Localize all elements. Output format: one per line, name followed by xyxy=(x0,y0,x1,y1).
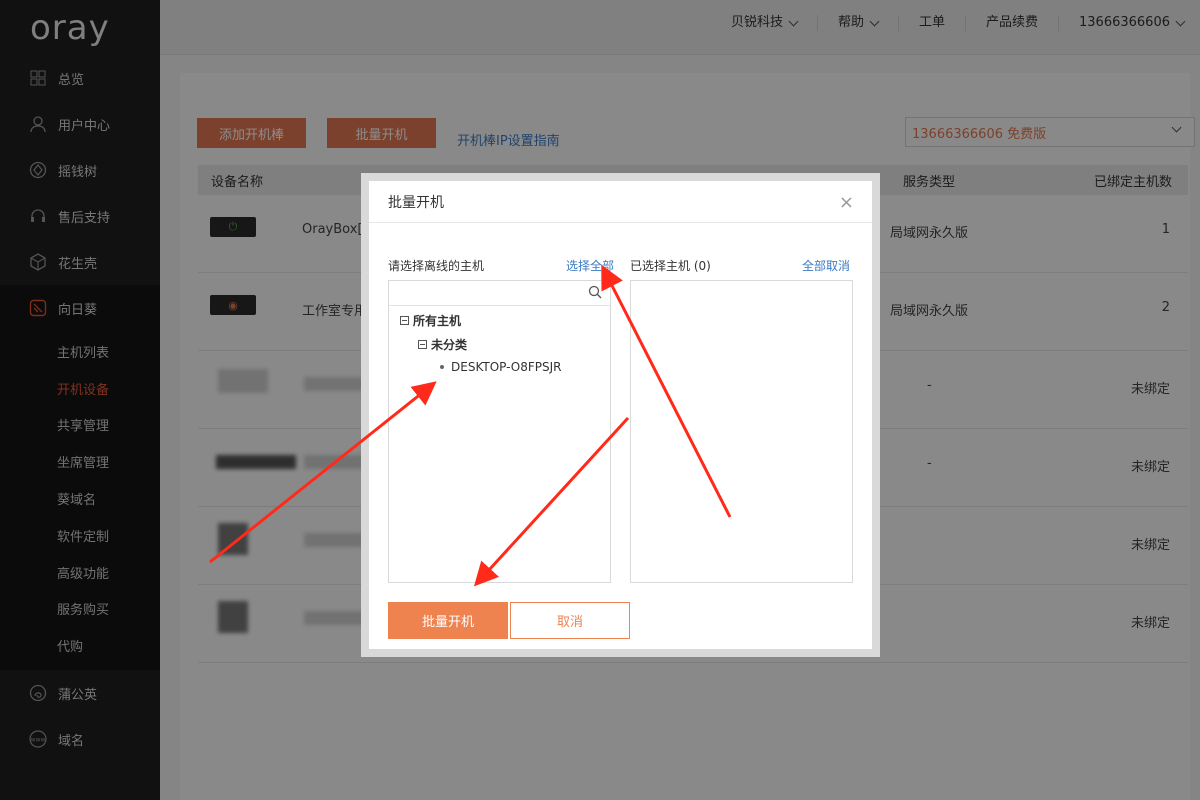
host-search xyxy=(389,281,610,306)
bullet-icon xyxy=(440,365,444,369)
tree-node-all-hosts[interactable]: 所有主机 xyxy=(400,312,461,329)
batch-boot-dialog: 批量开机 × 请选择离线的主机 选择全部 已选择主机 (0) 全部取消 所有主机… xyxy=(369,181,872,649)
search-icon[interactable] xyxy=(588,285,602,299)
selected-hosts-panel xyxy=(630,280,853,583)
close-icon[interactable]: × xyxy=(839,192,854,213)
selected-hosts-label: 已选择主机 (0) xyxy=(630,259,711,273)
batch-boot-dialog-frame: 批量开机 × 请选择离线的主机 选择全部 已选择主机 (0) 全部取消 所有主机… xyxy=(361,173,880,657)
tree-node-host[interactable]: DESKTOP-O8FPSJR xyxy=(440,360,562,374)
cancel-all-link[interactable]: 全部取消 xyxy=(802,257,850,274)
dialog-title: 批量开机 xyxy=(369,181,872,223)
tree-node-label: 所有主机 xyxy=(413,314,462,328)
collapse-icon[interactable] xyxy=(400,316,409,325)
host-search-input[interactable] xyxy=(389,281,610,305)
tree-node-label: DESKTOP-O8FPSJR xyxy=(451,360,562,374)
confirm-batch-boot-button[interactable]: 批量开机 xyxy=(388,602,508,639)
offline-hosts-label: 请选择离线的主机 xyxy=(388,259,485,273)
tree-node-label: 未分类 xyxy=(431,338,468,352)
collapse-icon[interactable] xyxy=(418,340,427,349)
cancel-button[interactable]: 取消 xyxy=(510,602,630,639)
offline-hosts-panel: 所有主机 未分类 DESKTOP-O8FPSJR xyxy=(388,280,611,583)
select-all-link[interactable]: 选择全部 xyxy=(566,257,614,274)
tree-node-uncategorized[interactable]: 未分类 xyxy=(418,336,467,353)
